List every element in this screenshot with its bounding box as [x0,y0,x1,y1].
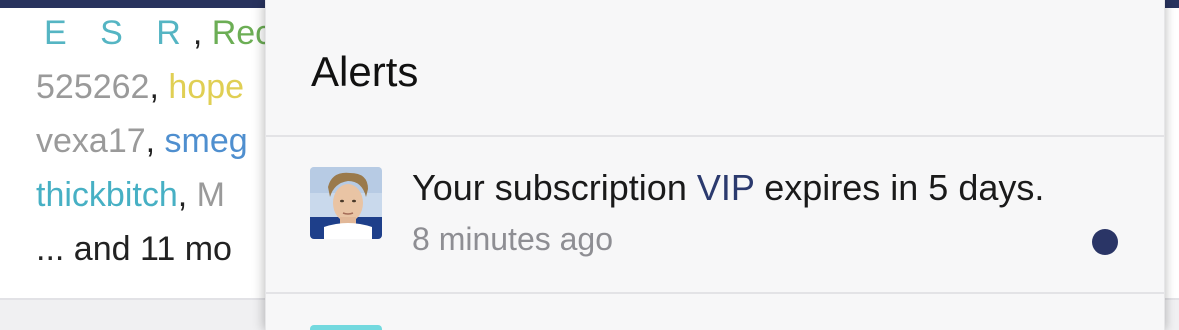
alert-message: Your subscription VIP expires in 5 days. [412,167,1044,209]
separator: , [192,14,212,52]
username-link[interactable]: 525262 [36,68,149,106]
avatar-image-icon [310,167,382,239]
alert-item[interactable]: Your subscription VIP expires in 5 days.… [266,137,1164,294]
username-link[interactable]: E S R [36,14,193,52]
username-link[interactable]: M [197,176,225,214]
separator: , [177,176,197,214]
visitor-line: thickbitch, M [36,168,289,222]
alerts-popup: Alerts Your subscription VIP expires in … [265,0,1165,330]
username-link[interactable]: thickbitch [36,176,178,214]
visitor-line: ... and 11 mo [36,222,289,276]
visitor-line: E S R, Recc [36,6,289,60]
alert-text-before: Your subscription [412,167,697,208]
separator: , [145,122,165,160]
visitor-list: E S R, Recc 525262, hope vexa17, smeg thick… [36,6,289,276]
vip-link[interactable]: VIP [697,167,754,208]
username-link[interactable]: vexa17 [36,122,146,160]
alert-timestamp: 8 minutes ago [412,221,614,257]
alerts-title: Alerts [311,48,419,95]
visitor-line: 525262, hope [36,60,289,114]
user-avatar[interactable] [310,167,382,239]
visitor-line: vexa17, smeg [36,114,289,168]
separator: , [149,68,169,106]
unread-indicator-icon[interactable] [1092,229,1118,255]
username-link[interactable]: hope [168,68,244,106]
alerts-header: Alerts [266,8,1164,137]
next-alert-avatar[interactable] [310,325,382,330]
more-users-link[interactable]: ... and 11 mo [36,230,232,268]
alert-text-after: expires in 5 days. [754,167,1045,208]
username-link[interactable]: smeg [165,122,248,160]
page: E S R, Recc 525262, hope vexa17, smeg thick… [0,0,1179,330]
